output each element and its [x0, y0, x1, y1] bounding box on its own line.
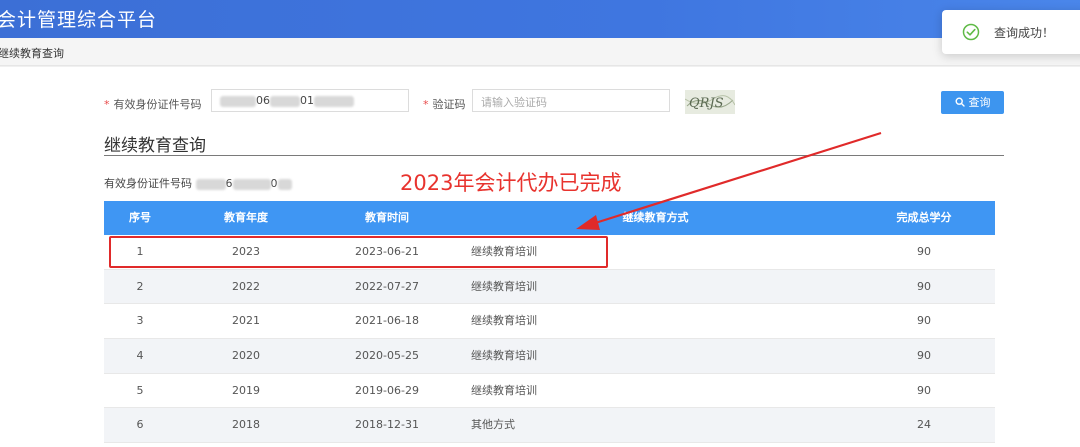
masked-text — [220, 95, 256, 107]
table-row: 6 2018 2018-12-31 其他方式 24 — [104, 408, 995, 444]
cell-credits: 90 — [917, 349, 931, 363]
cell-index: 4 — [136, 349, 144, 363]
table-row: 2 2022 2022-07-27 继续教育培训 90 — [104, 269, 995, 305]
cell-credits: 90 — [917, 314, 931, 328]
success-toast: 查询成功！ — [942, 10, 1080, 54]
masked-text — [277, 178, 292, 190]
table-header: 序号 教育年度 教育时间 继续教育方式 完成总学分 — [104, 201, 995, 235]
cell-method: 继续教育培训 — [471, 314, 537, 328]
cell-year: 2019 — [232, 383, 260, 397]
masked-text — [314, 95, 354, 107]
captcha-label: * 验证码 — [423, 98, 466, 111]
cell-method: 继续教育培训 — [471, 349, 537, 363]
cell-date: 2021-06-18 — [355, 314, 419, 328]
cell-index: 5 — [136, 383, 144, 397]
cell-credits: 90 — [917, 383, 931, 397]
search-icon — [954, 97, 965, 107]
breadcrumb[interactable]: 继续教育查询 — [0, 45, 64, 61]
cell-index: 3 — [136, 314, 144, 328]
column-header-index: 序号 — [129, 211, 151, 224]
cell-year: 2021 — [232, 314, 260, 328]
masked-text — [270, 95, 300, 107]
column-header-credits: 完成总学分 — [896, 211, 952, 224]
app-title: 会计管理综合平台 — [0, 9, 158, 31]
check-circle-icon — [962, 23, 980, 41]
masked-text — [195, 178, 226, 190]
cell-year: 2022 — [232, 279, 260, 293]
cell-method: 其他方式 — [471, 418, 515, 432]
table-row: 5 2019 2019-06-29 继续教育培训 90 — [104, 373, 995, 409]
id-number-label: * 有效身份证件号码 — [104, 98, 202, 111]
annotation-text: 2023年会计代办已完成 — [400, 171, 622, 195]
query-button[interactable]: 查询 — [941, 91, 1004, 114]
svg-text:QRJS: QRJS — [689, 96, 724, 111]
masked-text — [232, 178, 271, 190]
id-number-input[interactable]: 06 01 — [211, 89, 409, 112]
cell-index: 2 — [136, 279, 144, 293]
cell-date: 2018-12-31 — [355, 418, 419, 432]
result-id-line: 有效身份证件号码 60 — [104, 175, 292, 191]
cell-credits: 90 — [917, 279, 931, 293]
toast-message: 查询成功！ — [994, 26, 1055, 40]
column-header-method: 继续教育方式 — [622, 211, 689, 224]
table-row: 4 2020 2020-05-25 继续教育培训 90 — [104, 339, 995, 374]
top-header-bar: 会计管理综合平台 — [0, 0, 1080, 38]
section-title: 继续教育查询 — [104, 136, 206, 156]
cell-credits: 24 — [917, 418, 931, 432]
cell-credits: 90 — [917, 245, 931, 258]
required-mark: * — [104, 98, 110, 111]
cell-date: 2022-07-27 — [355, 279, 419, 293]
column-header-year: 教育年度 — [224, 211, 268, 224]
cell-year: 2018 — [232, 418, 260, 432]
cell-method: 继续教育培训 — [471, 279, 537, 293]
captcha-input[interactable]: 请输入验证码 — [472, 89, 670, 112]
table-row: 3 2021 2021-06-18 继续教育培训 90 — [104, 304, 995, 340]
captcha-image[interactable]: QRJS — [685, 90, 735, 114]
breadcrumb-bar: 继续教育查询 — [0, 38, 1080, 66]
column-header-date: 教育时间 — [365, 211, 409, 224]
cell-date: 2020-05-25 — [355, 349, 419, 363]
cell-index: 6 — [136, 418, 144, 432]
highlight-box — [109, 236, 608, 268]
section-divider — [104, 155, 1004, 156]
cell-method: 继续教育培训 — [471, 383, 537, 397]
cell-year: 2020 — [232, 349, 260, 363]
cell-date: 2019-06-29 — [355, 383, 419, 397]
